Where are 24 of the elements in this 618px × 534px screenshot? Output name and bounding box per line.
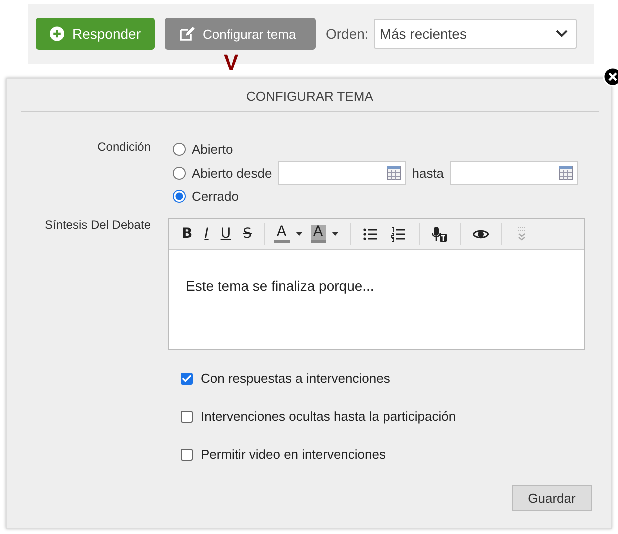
checkbox-label: Permitir video en intervenciones xyxy=(201,447,386,462)
save-button[interactable]: Guardar xyxy=(512,485,592,511)
italic-button[interactable]: I xyxy=(202,225,212,243)
rich-text-editor[interactable]: B I U S A A Este tema se finaliza porque... xyxy=(168,218,585,350)
reply-button[interactable]: Responder xyxy=(36,18,155,50)
editor-text: Este tema se finaliza porque... xyxy=(185,277,376,294)
radio-label: Cerrado xyxy=(192,189,239,204)
panel-title: CONFIGURAR TEMA xyxy=(21,79,599,112)
checkbox-label: Con respuestas a intervenciones xyxy=(201,371,390,386)
underline-button[interactable]: U xyxy=(218,225,234,243)
strikethrough-button[interactable]: S xyxy=(240,225,255,243)
order-label: Orden: xyxy=(326,26,369,42)
radio-label: Abierto xyxy=(192,142,234,157)
radio-label: Abierto desde xyxy=(192,166,272,180)
date-separator-label: hasta xyxy=(412,166,444,180)
highlight-color-button[interactable]: A xyxy=(310,225,326,243)
configure-button[interactable]: Configurar tema xyxy=(165,18,316,50)
text-color-button[interactable]: A xyxy=(274,225,290,243)
field-label: Síntesis Del Debate xyxy=(44,217,151,234)
checkbox-label: Intervenciones ocultas hasta la participación xyxy=(201,409,456,424)
bold-button[interactable]: B xyxy=(179,225,196,243)
order-dropdown[interactable]: Más recientes xyxy=(374,19,577,49)
field-label: Condición xyxy=(96,139,151,156)
pointer-mark: V xyxy=(224,52,239,74)
